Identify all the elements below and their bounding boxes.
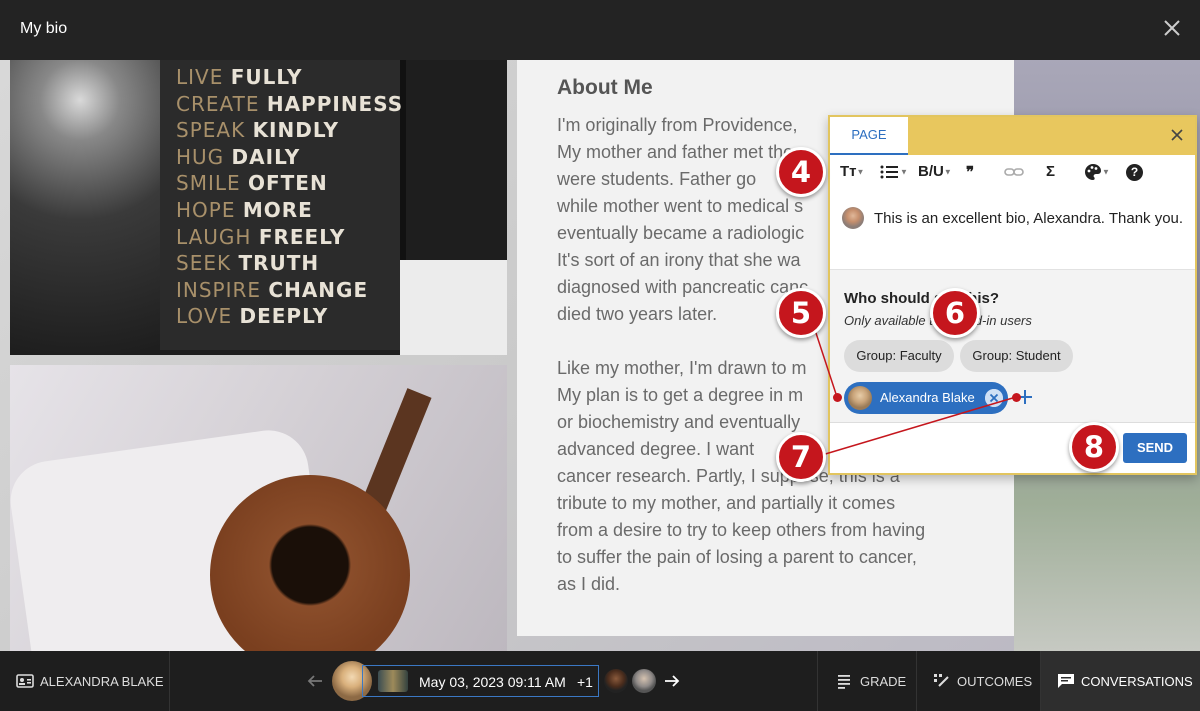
grade-tab[interactable]: GRADE [817,651,917,711]
book-word-light: HOPE [176,197,236,222]
book-line: INSPIRE CHANGE [176,277,403,304]
book-word-light: LIVE [176,65,224,89]
group-faculty-pill[interactable]: Group: Faculty [844,340,954,372]
bottom-bar: ALEXANDRA BLAKE May 03, 2023 09:11 AM +1… [0,651,1200,711]
collaborator-avatar-1[interactable] [604,669,628,693]
shelf [400,260,507,355]
book-word-bold: FULLY [230,65,303,89]
book-word-bold: MORE [242,197,313,222]
book-word-bold: FREELY [258,224,346,249]
book-word-bold: HAPPINESS [266,91,404,116]
outcomes-icon [934,674,949,687]
sigma-icon: Σ [1046,163,1056,180]
book-line: LOVE DEEPLY [176,303,403,330]
book-line: LAUGH FREELY [176,224,403,251]
send-button[interactable]: SEND [1123,433,1187,463]
book-word-bold: TRUTH [238,251,320,276]
remove-recipient-icon[interactable] [985,389,1003,407]
editor-toolbar: Tт▼ ▼ B/U▼ ❞ Σ ▼ ? [838,163,1188,187]
callout-8: 8 [1069,422,1119,472]
list-icon [880,165,898,179]
book-line: SEEK TRUTH [176,250,403,277]
next-arrow-icon[interactable] [663,673,681,689]
book-line: LIVE FULLY [176,64,403,91]
book-word-light: SEEK [176,251,232,276]
book-word-light: SPEAK [176,118,246,143]
book-word-light: SMILE [176,171,241,196]
popup-close-icon[interactable] [1169,127,1185,143]
list-button[interactable]: ▼ [880,163,908,185]
comment-popup: PAGE Tт▼ ▼ B/U▼ ❞ Σ ▼ ? This is an excel… [828,115,1197,475]
quote-button[interactable]: ❞ [966,163,974,185]
callout-dot-5 [833,393,842,402]
book-word-light: LOVE [176,304,233,329]
book-word-light: LAUGH [176,224,252,249]
recipient-chip[interactable]: Alexandra Blake [844,382,1008,414]
callout-6: 6 [930,288,980,338]
conversations-tab[interactable]: CONVERSATIONS [1041,651,1200,711]
book-word-light: INSPIRE [176,277,262,302]
student-name: ALEXANDRA BLAKE [40,674,164,689]
collaborator-avatar-2[interactable] [632,669,656,693]
book-line: SPEAK KINDLY [176,117,403,144]
book-word-light: CREATE [176,91,260,116]
extra-submissions-count: +1 [577,674,593,690]
callout-4: 4 [776,147,826,197]
grade-icon [838,675,850,689]
book-word-light: HUG [176,144,225,169]
book-photo: LIVE FULLY CREATE HAPPINESS SPEAK KINDLY HU… [10,60,507,355]
grade-label: GRADE [860,674,907,689]
submission-date: May 03, 2023 09:11 AM [419,674,566,690]
book-word-bold: DEEPLY [239,304,329,329]
article-heading: About Me [557,76,653,99]
help-icon: ? [1126,164,1143,181]
book-word-bold: DAILY [231,144,301,169]
book-word-bold: OFTEN [248,171,328,196]
callout-dot-7 [1012,393,1021,402]
book-word-bold: CHANGE [268,277,369,302]
outcomes-label: OUTCOMES [957,674,1033,689]
equation-button[interactable]: Σ [1046,163,1055,185]
book-word-bold: KINDLY [252,118,339,143]
callout-5: 5 [776,288,826,338]
previous-arrow-icon[interactable] [306,673,324,689]
student-selector[interactable]: ALEXANDRA BLAKE [0,651,170,711]
callout-7: 7 [776,432,826,482]
book-line: CREATE HAPPINESS [176,91,403,118]
color-button[interactable]: ▼ [1084,163,1110,185]
conversations-label: CONVERSATIONS [1081,674,1193,689]
tab-page[interactable]: PAGE [830,117,908,155]
title-bar: My bio [0,0,1200,60]
comment-text[interactable]: This is an excellent bio, Alexandra. Tha… [874,207,1184,231]
group-student-pill[interactable]: Group: Student [960,340,1073,372]
quote-icon: ❞ [966,164,975,181]
book-line: HOPE MORE [176,197,403,224]
outcomes-tab[interactable]: OUTCOMES [917,651,1041,711]
close-icon[interactable] [1160,16,1184,40]
recipient-avatar [848,386,872,410]
popup-footer: SEND [830,422,1195,473]
book-text: LIVE FULLY CREATE HAPPINESS SPEAK KINDLY HU… [176,64,403,330]
help-button[interactable]: ? [1126,163,1143,185]
palette-icon [1085,164,1101,181]
link-icon [1004,168,1024,176]
bold-underline-icon: B/U [918,163,944,180]
book-line: SMILE OFTEN [176,170,403,197]
book-line: HUG DAILY [176,144,403,171]
text-style-button[interactable]: Tт▼ [840,163,864,185]
popup-header: PAGE [830,117,1195,155]
id-card-icon [16,674,34,688]
link-button[interactable] [1004,163,1024,185]
bold-underline-button[interactable]: B/U▼ [918,163,952,185]
window-title: My bio [20,20,68,37]
recipient-name: Alexandra Blake [880,390,975,405]
guitar-photo [10,365,507,651]
text-style-icon: Tт [840,163,857,180]
conversations-icon [1058,674,1074,688]
commenter-avatar [842,207,864,229]
submission-date-selector[interactable]: May 03, 2023 09:11 AM +1 [362,665,599,697]
